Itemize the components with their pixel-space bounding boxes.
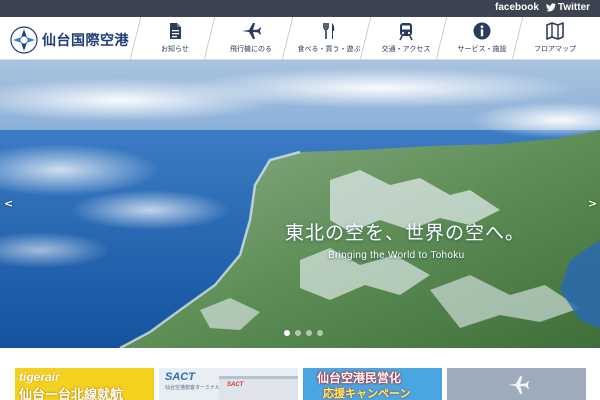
terminal-building-image: SACT [219, 376, 298, 400]
airplane-banner[interactable] [447, 368, 586, 400]
nav-label: サービス・施設 [457, 45, 507, 53]
nav-item-dining-shopping[interactable]: 食べる・買う・遊ぶ [281, 17, 368, 60]
carousel-prev-button[interactable]: < [4, 197, 13, 210]
carousel-dot[interactable] [306, 330, 312, 336]
nav-item-floor-map[interactable]: フロアマップ [511, 17, 590, 60]
nav-label: フロアマップ [534, 45, 576, 53]
carousel-pagination [284, 330, 323, 336]
document-icon [170, 23, 181, 39]
fork-knife-icon [323, 23, 335, 39]
hero-carousel: 東北の空を、世界の空へ。 Bringing the World to Tohok… [0, 60, 600, 348]
main-nav: お知らせ 飛行機にのる 食べる・買う・遊ぶ 交通・アクセス サービス・施設 フロ… [129, 17, 590, 60]
info-icon [473, 22, 491, 40]
nav-item-flights[interactable]: 飛行機にのる [203, 17, 290, 60]
nav-item-news[interactable]: お知らせ [129, 17, 212, 60]
hero-title: 東北の空を、世界の空へ。 [285, 222, 526, 244]
carousel-dot[interactable] [295, 330, 301, 336]
nav-item-access[interactable]: 交通・アクセス [359, 17, 444, 60]
site-logo-text: 仙台国際空港 [42, 33, 129, 49]
hero-subtitle: Bringing the World to Tohoku [328, 250, 465, 261]
campaign-title: 仙台空港民営化 [317, 371, 402, 385]
twitter-link[interactable]: Twitter [546, 2, 590, 13]
building-sign: SACT [227, 382, 244, 388]
train-icon [399, 23, 413, 41]
hero-aerial-image [0, 60, 600, 348]
tigerair-headline: 仙台ー台北線就航 [19, 388, 124, 400]
nav-divider [129, 17, 142, 60]
tigerair-banner[interactable]: tigerair 仙台ー台北線就航 [15, 368, 154, 400]
nav-item-services[interactable]: サービス・施設 [435, 17, 520, 60]
map-icon [546, 22, 564, 40]
promo-banners: tigerair 仙台ー台北線就航 SACT 仙台空港旅客ターミナル SACT … [0, 348, 600, 400]
site-header: 仙台国際空港 お知らせ 飛行機にのる 食べる・買う・遊ぶ 交通・アクセス サービ… [0, 17, 600, 60]
privatization-campaign-banner[interactable]: 仙台空港民営化 応援キャンペーン [303, 368, 442, 400]
carousel-next-button[interactable]: > [588, 197, 597, 210]
carousel-dot[interactable] [284, 330, 290, 336]
nav-label: 飛行機にのる [230, 45, 272, 53]
social-bar: facebook Twitter [0, 0, 600, 17]
nav-label: 食べる・買う・遊ぶ [297, 45, 361, 53]
airplane-icon [508, 376, 529, 394]
sact-subtitle: 仙台空港旅客ターミナル [165, 385, 221, 391]
facebook-link[interactable]: facebook [495, 2, 539, 13]
carousel-dot[interactable] [317, 330, 323, 336]
nav-label: 交通・アクセス [381, 45, 431, 53]
airplane-icon [242, 23, 261, 39]
twitter-bird-icon [546, 3, 556, 12]
tigerair-brand: tigerair [19, 370, 60, 384]
site-logo[interactable]: 仙台国際空港 [10, 26, 129, 54]
campaign-subtitle: 応援キャンペーン [323, 387, 411, 400]
nav-label: お知らせ [161, 45, 189, 53]
sact-brand: SACT [165, 371, 195, 383]
airport-logo-icon [10, 26, 38, 54]
sact-banner[interactable]: SACT 仙台空港旅客ターミナル SACT [159, 368, 298, 400]
twitter-label: Twitter [558, 2, 591, 13]
